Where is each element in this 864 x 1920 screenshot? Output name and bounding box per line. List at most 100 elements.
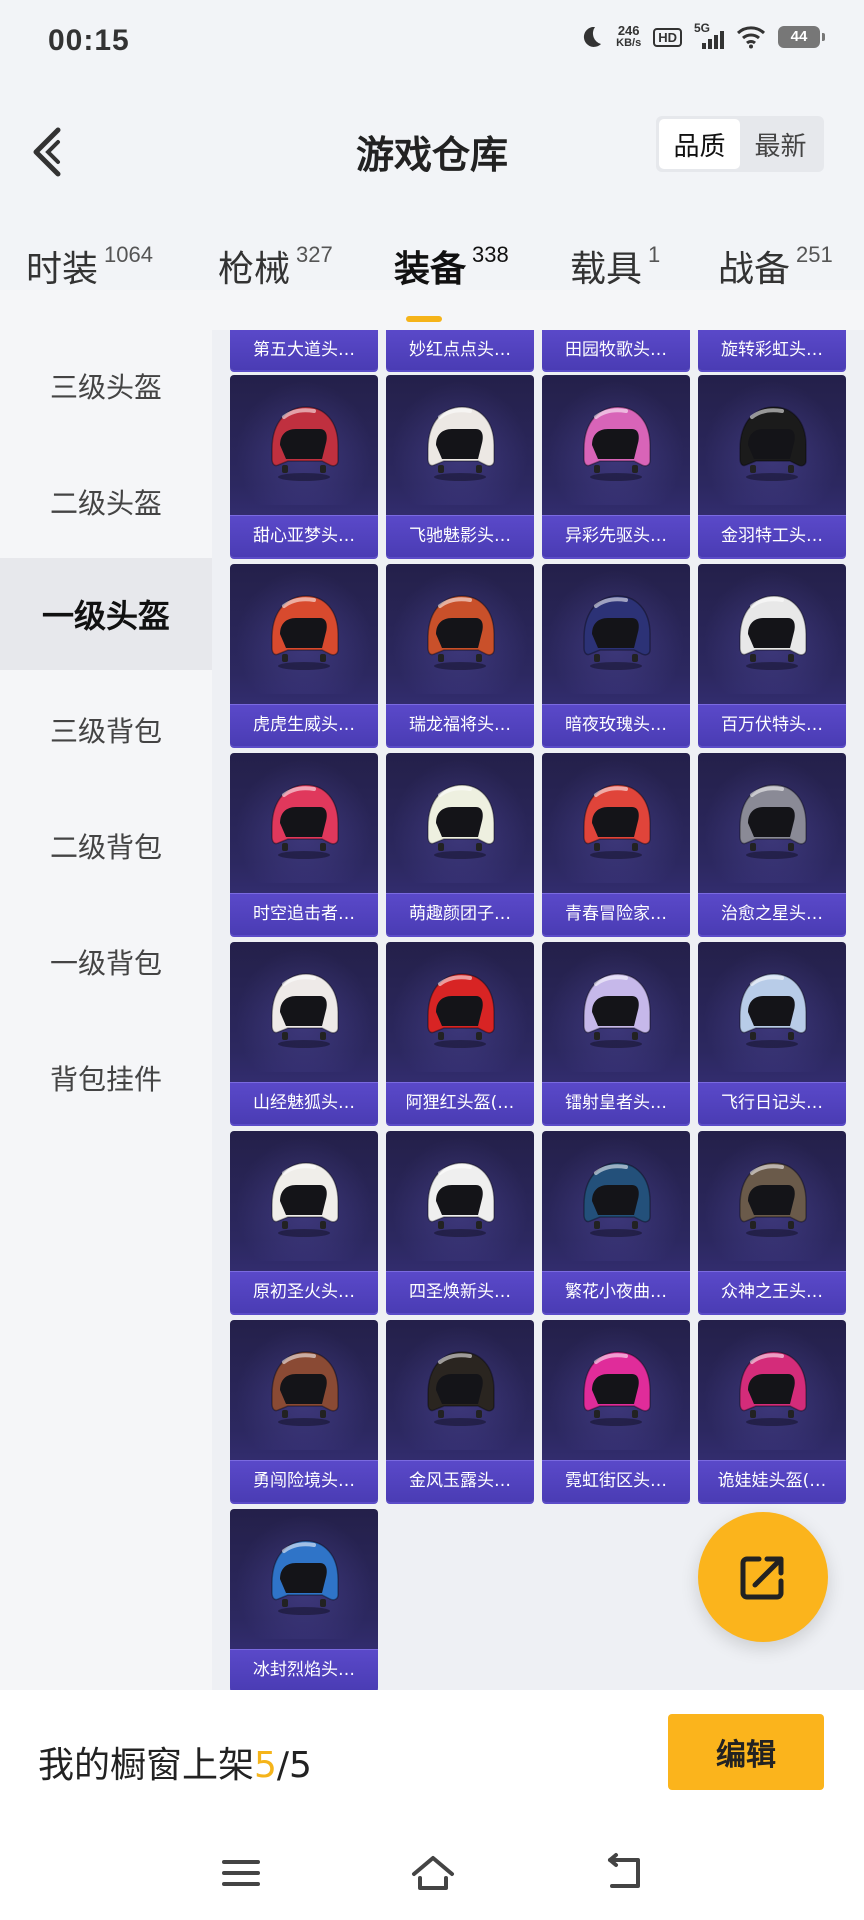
item-card[interactable]: 原初圣火头… [230,1131,378,1313]
helmet-icon [583,784,651,859]
item-label: 诡娃娃头盔(… [698,1460,846,1502]
showcase-status: 我的橱窗上架5/5 [38,1736,312,1788]
item-card[interactable]: 时空追击者… [230,753,378,935]
item-card[interactable]: 霓虹街区头… [542,1320,690,1502]
item-label: 萌趣颜团子… [386,893,534,935]
tab-label: 战备 [718,249,791,290]
item-label: 众神之王头… [698,1271,846,1313]
helmet-icon [271,595,339,670]
item-label: 田园牧歌头… [542,330,690,370]
helmet-icon [271,1162,339,1237]
tab-vehicles[interactable]: 载具 1 [570,240,660,292]
helmet-icon [271,973,339,1048]
header: 游戏仓库 品质 最新 时装 1064 枪械 327 装备 338 载具 1 战备… [0,80,864,322]
item-card[interactable]: 旋转彩虹头… [698,330,846,370]
back-icon[interactable] [600,1848,650,1898]
item-label: 勇闯险境头… [230,1460,378,1502]
network-type: 5G [694,21,711,35]
item-card[interactable]: 异彩先驱头… [542,375,690,557]
sidebar-item-level3-backpack[interactable]: 三级背包 [0,674,212,786]
item-card[interactable]: 青春冒险家… [542,753,690,935]
item-card[interactable]: 萌趣颜团子… [386,753,534,935]
tab-count: 1064 [104,242,153,267]
item-card[interactable]: 暗夜玫瑰头… [542,564,690,746]
battery-icon: 44 [778,26,825,48]
item-label: 飞驰魅影头… [386,515,534,557]
item-card[interactable]: 虎虎生威头… [230,564,378,746]
item-card[interactable]: 冰封烈焰头… [230,1509,378,1690]
showcase-current: 5 [254,1745,277,1786]
showcase-label: 我的橱窗上架 [38,1745,255,1786]
tab-count: 327 [296,242,333,267]
menu-icon[interactable] [216,1848,266,1898]
item-card[interactable]: 金风玉露头… [386,1320,534,1502]
helmet-icon [739,973,807,1048]
edit-button[interactable]: 编辑 [668,1714,824,1790]
item-label: 第五大道头… [230,330,378,370]
helmet-icon [427,595,495,670]
item-card[interactable]: 阿狸红头盔(… [386,942,534,1124]
item-card[interactable]: 众神之王头… [698,1131,846,1313]
tab-count: 251 [796,242,833,267]
item-card[interactable]: 金羽特工头… [698,375,846,557]
sidebar-item-backpack-charm[interactable]: 背包挂件 [0,1022,212,1134]
item-label: 百万伏特头… [698,704,846,746]
item-card[interactable]: 勇闯险境头… [230,1320,378,1502]
item-label: 妙红点点头… [386,330,534,370]
item-label: 甜心亚梦头… [230,515,378,557]
helmet-icon [739,1162,807,1237]
share-button[interactable] [698,1512,828,1642]
item-label: 镭射皇者头… [542,1082,690,1124]
item-label: 虎虎生威头… [230,704,378,746]
sort-toggle: 品质 最新 [656,116,824,172]
item-grid: 第五大道头… 妙红点点头… 田园牧歌头… 旋转彩虹头… 甜心亚梦头… 飞驰魅影头…… [212,330,864,1690]
item-card[interactable]: 飞驰魅影头… [386,375,534,557]
sidebar-item-level3-helmet[interactable]: 三级头盔 [0,330,212,442]
item-card[interactable]: 诡娃娃头盔(… [698,1320,846,1502]
status-icons: 246 KB/s HD 5G 44 [578,21,825,50]
item-label: 旋转彩虹头… [698,330,846,370]
clock: 00:15 [48,24,130,57]
tab-count: 1 [648,242,661,267]
sidebar-item-level1-backpack[interactable]: 一级背包 [0,906,212,1018]
helmet-icon [583,595,651,670]
signal-icon: 5G [694,21,724,49]
item-card[interactable]: 四圣焕新头… [386,1131,534,1313]
helmet-icon [739,1351,807,1426]
item-card[interactable]: 第五大道头… [230,330,378,370]
tab-fashion[interactable]: 时装 1064 [26,240,153,292]
sidebar-item-level2-helmet[interactable]: 二级头盔 [0,446,212,558]
share-external-icon [740,1556,784,1600]
item-label: 治愈之星头… [698,893,846,935]
item-card[interactable]: 妙红点点头… [386,330,534,370]
helmet-icon [583,406,651,481]
tab-equipment[interactable]: 装备 338 [394,240,509,322]
item-card[interactable]: 田园牧歌头… [542,330,690,370]
item-card[interactable]: 镭射皇者头… [542,942,690,1124]
tab-weapons[interactable]: 枪械 327 [218,240,333,292]
helmet-icon [427,1162,495,1237]
item-card[interactable]: 山经魅狐头… [230,942,378,1124]
item-card[interactable]: 瑞龙福将头… [386,564,534,746]
system-nav-bar [0,1830,864,1920]
item-card[interactable]: 繁花小夜曲… [542,1131,690,1313]
helmet-icon [583,1162,651,1237]
sort-quality-button[interactable]: 品质 [659,119,740,169]
tab-combat-gear[interactable]: 战备 251 [718,240,833,292]
item-card[interactable]: 百万伏特头… [698,564,846,746]
item-label: 时空追击者… [230,893,378,935]
sidebar: 三级头盔 二级头盔 一级头盔 三级背包 二级背包 一级背包 背包挂件 [0,330,212,1690]
helmet-icon [427,784,495,859]
sort-newest-button[interactable]: 最新 [740,119,821,169]
showcase-total: /5 [276,1745,312,1786]
home-icon[interactable] [408,1848,458,1898]
sidebar-item-level2-backpack[interactable]: 二级背包 [0,790,212,902]
tab-label: 枪械 [218,249,291,290]
item-card[interactable]: 甜心亚梦头… [230,375,378,557]
sidebar-item-level1-helmet[interactable]: 一级头盔 [0,558,212,670]
helmet-icon [271,1351,339,1426]
item-card[interactable]: 飞行日记头… [698,942,846,1124]
item-label: 青春冒险家… [542,893,690,935]
item-card[interactable]: 治愈之星头… [698,753,846,935]
item-label: 阿狸红头盔(… [386,1082,534,1124]
